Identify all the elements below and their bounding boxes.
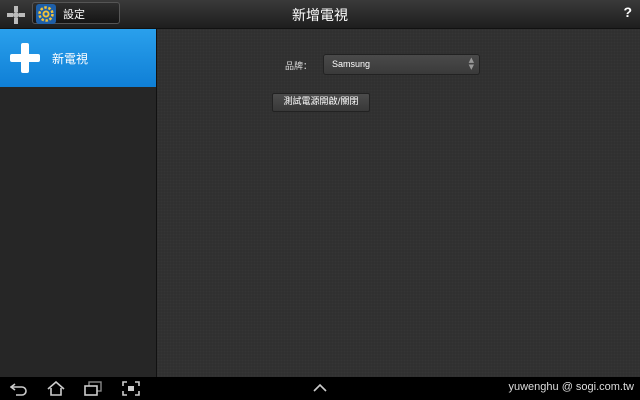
- help-button[interactable]: ?: [623, 4, 632, 20]
- up-chevron-icon[interactable]: [311, 381, 329, 396]
- back-icon[interactable]: [10, 381, 28, 396]
- watermark: yuwenghu @ sogi.com.tw: [508, 381, 634, 393]
- sidebar-item-new-tv[interactable]: 新電視: [0, 29, 156, 87]
- sidebar: 新電視: [0, 29, 157, 377]
- brand-select[interactable]: Samsung ▲ ▼: [323, 54, 480, 75]
- action-bar: 設定 新增電視 ?: [0, 0, 640, 29]
- test-power-button[interactable]: 測試電源開啟/關閉: [272, 93, 370, 112]
- plus-icon: [10, 43, 40, 73]
- screenshot-icon[interactable]: [122, 381, 140, 396]
- main-panel: 品牌： Samsung ▲ ▼ 測試電源開啟/關閉: [157, 29, 640, 377]
- select-arrows-icon: ▲ ▼: [468, 56, 474, 71]
- sidebar-item-label: 新電視: [52, 52, 89, 66]
- page-title: 新增電視: [292, 8, 348, 24]
- system-nav-bar: yuwenghu @ sogi.com.tw: [0, 377, 640, 400]
- brand-select-value: Samsung: [332, 59, 371, 69]
- recent-apps-icon[interactable]: [84, 381, 102, 396]
- home-icon[interactable]: [47, 381, 65, 396]
- brand-label: 品牌：: [285, 62, 313, 72]
